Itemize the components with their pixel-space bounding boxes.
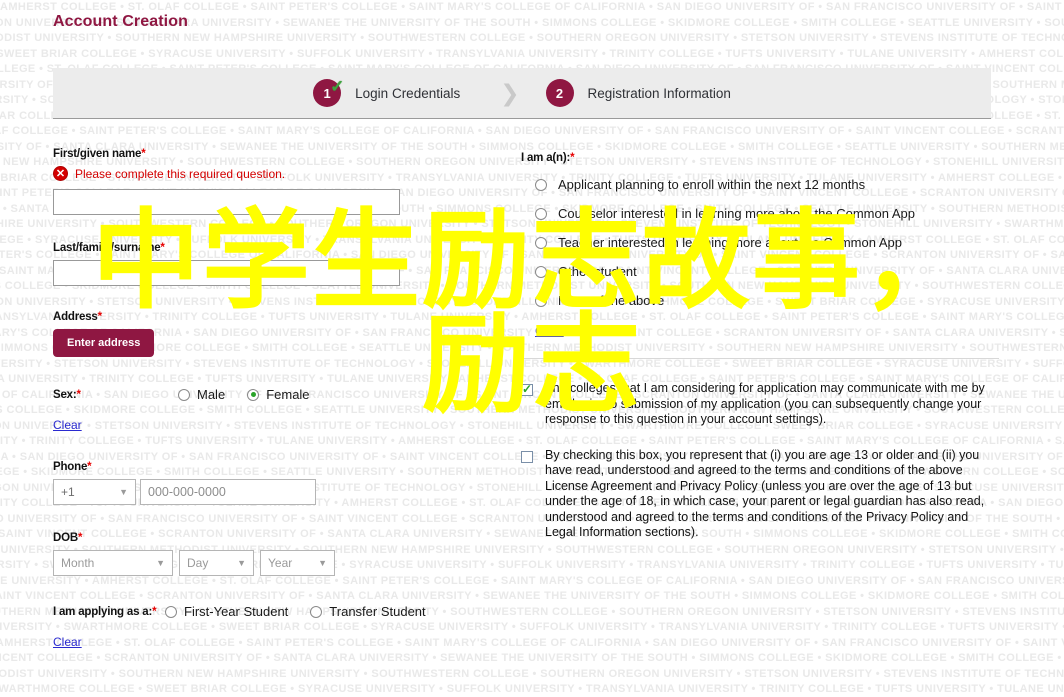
required-asterisk: * <box>160 242 165 254</box>
field-first-name: First/given name* ✕ Please complete this… <box>53 148 473 215</box>
i-am-a-clear-link[interactable]: Clear <box>535 324 564 338</box>
sex-row: Sex:* Male Female <box>53 387 473 402</box>
first-name-label: First/given name* <box>53 148 146 160</box>
consent-colleges-email-text: The colleges that I am considering for a… <box>545 381 985 426</box>
i-am-a-option-none-label: None of the above <box>558 293 665 308</box>
phone-row: +1 ▼ 000-000-0000 <box>53 479 473 505</box>
applying-as-first-year[interactable]: First-Year Student <box>165 604 288 619</box>
sex-clear-link[interactable]: Clear <box>53 418 82 432</box>
required-asterisk: * <box>152 605 157 618</box>
progress-stepper: 1 ✓ Login Credentials ❯ 2 Registration I… <box>53 68 991 119</box>
last-name-label: Last/family/surname* <box>53 242 165 254</box>
checkbox-colleges-email[interactable] <box>521 382 533 396</box>
i-am-a-option-none[interactable]: None of the above <box>521 293 999 308</box>
dob-day-select[interactable]: Day ▼ <box>179 550 254 576</box>
enter-address-button[interactable]: Enter address <box>53 329 155 357</box>
dob-row: Month ▼ Day ▼ Year ▼ <box>53 550 473 576</box>
radio-transfer-student[interactable] <box>310 605 323 618</box>
error-circle-icon: ✕ <box>53 166 68 181</box>
i-am-a-label: I am a(n):* <box>521 152 575 164</box>
first-name-error-text: Please complete this required question. <box>75 166 286 181</box>
last-name-input[interactable] <box>53 260 400 286</box>
chevron-down-icon: ▼ <box>119 487 128 497</box>
applying-as-label: I am applying as a:* <box>53 605 157 618</box>
applying-as-transfer-label: Transfer Student <box>329 604 426 619</box>
field-last-name: Last/family/surname* <box>53 242 473 286</box>
required-asterisk: * <box>77 532 83 544</box>
left-form-column: First/given name* ✕ Please complete this… <box>53 148 473 651</box>
check-icon: ✓ <box>330 77 345 96</box>
required-asterisk: * <box>141 148 146 160</box>
phone-number-input[interactable]: 000-000-0000 <box>140 479 316 505</box>
sex-option-female[interactable]: Female <box>247 387 310 402</box>
i-am-a-option-counselor-label: Counselor interested in learning more ab… <box>558 206 915 221</box>
i-am-a-options: Applicant planning to enroll within the … <box>521 177 999 308</box>
page-root: Account Creation 1 ✓ Login Credentials ❯… <box>0 0 1064 697</box>
consent-age-terms-text: By checking this box, you represent that… <box>545 447 985 540</box>
field-sex: Sex:* Male Female Clear <box>53 387 473 434</box>
i-am-a-option-other-student-label: Other student <box>558 264 637 279</box>
phone-country-select[interactable]: +1 ▼ <box>53 479 136 505</box>
right-form-column: I am a(n):* Applicant planning to enroll… <box>521 152 999 561</box>
section-divider <box>521 358 999 359</box>
applying-as-first-year-label: First-Year Student <box>184 604 289 619</box>
phone-label: Phone* <box>53 461 92 473</box>
i-am-a-option-applicant[interactable]: Applicant planning to enroll within the … <box>521 177 999 192</box>
sex-label: Sex:* <box>53 388 81 401</box>
step-2-label: Registration Information <box>587 85 731 101</box>
dob-month-select[interactable]: Month ▼ <box>53 550 173 576</box>
radio-counselor[interactable] <box>535 207 547 220</box>
sex-option-male-label: Male <box>197 387 226 402</box>
applying-as-transfer[interactable]: Transfer Student <box>310 604 426 619</box>
radio-other-student[interactable] <box>535 265 547 278</box>
applying-as-row: I am applying as a:* First-Year Student … <box>53 604 473 619</box>
step-1-label: Login Credentials <box>355 85 461 101</box>
required-asterisk: * <box>97 311 102 323</box>
i-am-a-option-teacher[interactable]: Teacher interested in learning more abou… <box>521 235 999 250</box>
phone-country-value: +1 <box>61 485 75 499</box>
chevron-down-icon: ▼ <box>237 558 246 568</box>
checkbox-age-terms[interactable] <box>521 450 533 463</box>
field-phone: Phone* +1 ▼ 000-000-0000 <box>53 461 473 505</box>
first-name-error: ✕ Please complete this required question… <box>53 166 473 181</box>
step-2-badge: 2 <box>545 79 574 107</box>
sex-option-male[interactable]: Male <box>178 387 225 402</box>
chevron-right-icon: ❯ <box>500 79 520 106</box>
dob-day-value: Day <box>187 556 209 570</box>
i-am-a-option-other-student[interactable]: Other student <box>521 264 999 279</box>
dob-year-value: Year <box>268 556 293 570</box>
step-registration-information[interactable]: 2 Registration Information <box>545 79 731 107</box>
dob-month-value: Month <box>61 556 95 570</box>
radio-female[interactable] <box>247 388 260 401</box>
dob-label: DOB* <box>53 532 83 544</box>
step-1-badge: 1 ✓ <box>313 77 345 107</box>
i-am-a-option-teacher-label: Teacher interested in learning more abou… <box>558 235 902 250</box>
radio-male[interactable] <box>178 388 190 401</box>
address-label: Address* <box>53 311 102 323</box>
first-name-input[interactable] <box>53 189 400 215</box>
radio-applicant[interactable] <box>535 178 547 191</box>
required-asterisk: * <box>570 152 575 164</box>
field-address: Address* Enter address <box>53 311 473 357</box>
required-asterisk: * <box>87 461 92 473</box>
consent-colleges-email[interactable]: The colleges that I am considering for a… <box>521 381 999 428</box>
dob-year-select[interactable]: Year ▼ <box>260 550 335 576</box>
page-title: Account Creation <box>53 13 188 30</box>
field-dob: DOB* Month ▼ Day ▼ Year ▼ <box>53 532 473 576</box>
applying-as-clear-link[interactable]: Clear <box>53 635 82 649</box>
step-2-number: 2 <box>555 85 564 101</box>
chevron-down-icon: ▼ <box>156 558 165 568</box>
field-applying-as: I am applying as a:* First-Year Student … <box>53 604 473 651</box>
consent-age-terms[interactable]: By checking this box, you represent that… <box>521 448 999 541</box>
sex-option-female-label: Female <box>266 387 310 402</box>
radio-first-year-student[interactable] <box>165 605 177 618</box>
required-asterisk: * <box>76 388 81 401</box>
radio-none-of-the-above[interactable] <box>535 294 547 307</box>
radio-teacher[interactable] <box>535 236 547 249</box>
step-login-credentials[interactable]: 1 ✓ Login Credentials <box>313 77 461 107</box>
i-am-a-option-counselor[interactable]: Counselor interested in learning more ab… <box>521 206 999 221</box>
chevron-down-icon: ▼ <box>318 558 327 568</box>
i-am-a-option-applicant-label: Applicant planning to enroll within the … <box>558 177 866 192</box>
